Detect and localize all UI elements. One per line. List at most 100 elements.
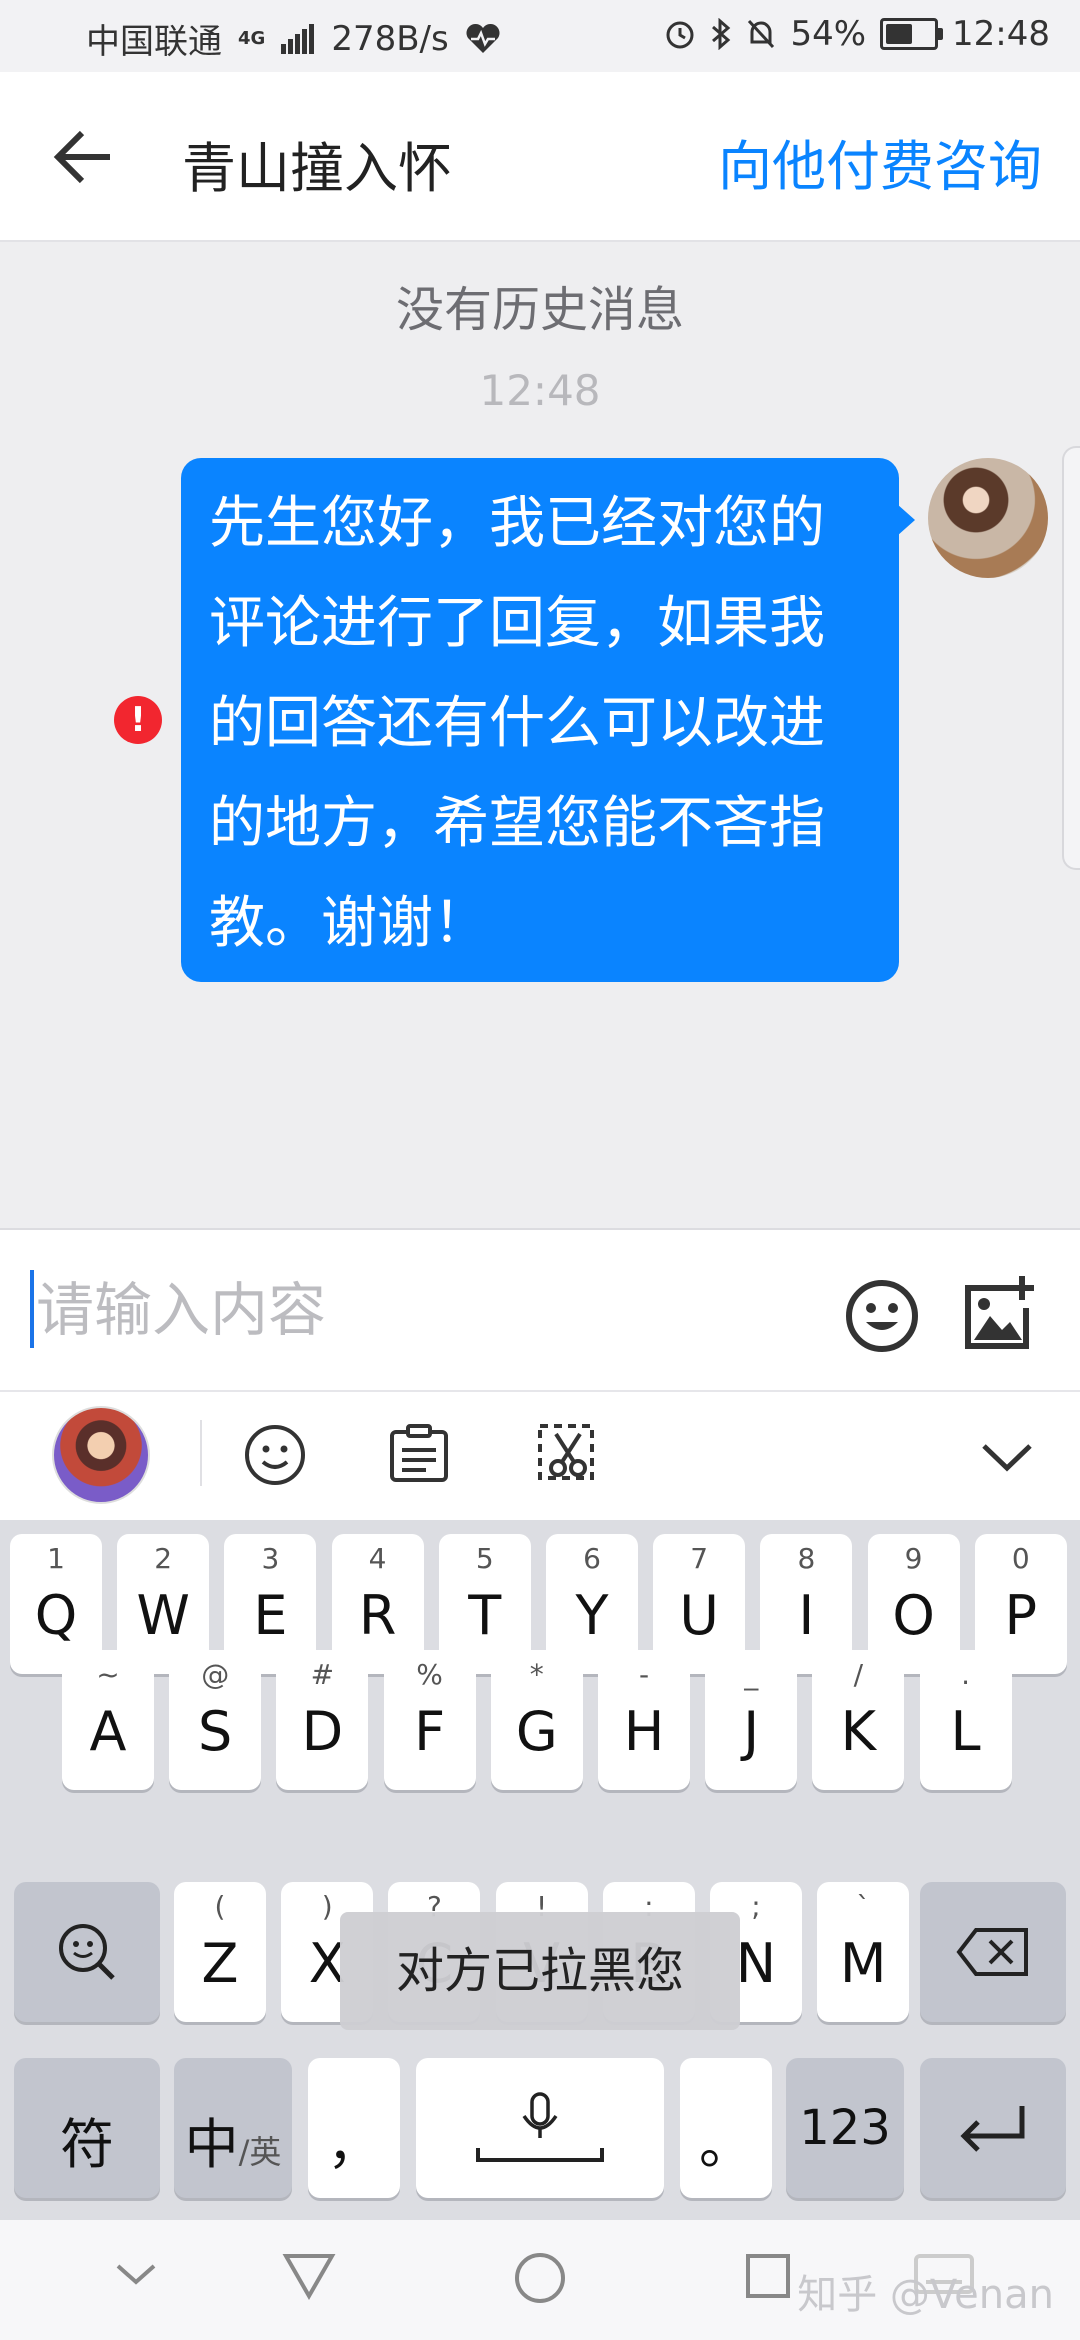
key-label: T — [468, 1584, 502, 1647]
key-d[interactable]: # D — [276, 1650, 369, 1790]
space-voice-key[interactable] — [416, 2058, 664, 2198]
key-label: L — [950, 1700, 981, 1763]
key-label: M — [839, 1932, 887, 1995]
key-label: O — [892, 1584, 935, 1647]
back-nav-icon[interactable] — [282, 2250, 336, 2300]
chat-header: 青山撞入怀 向他付费咨询 — [0, 72, 1080, 242]
key-label: H — [623, 1700, 665, 1763]
key-l[interactable]: .L — [919, 1650, 1012, 1790]
key-label: F — [414, 1700, 446, 1763]
period-key[interactable]: 。 — [680, 2058, 772, 2198]
clock: 12:48 — [952, 14, 1050, 54]
text-edit-icon[interactable] — [534, 1420, 600, 1486]
numbers-key[interactable]: 123 — [786, 2058, 904, 2198]
health-heart-icon — [466, 23, 500, 53]
message-timestamp: 12:48 — [479, 366, 601, 415]
key-secondary-label: 9 — [904, 1542, 923, 1575]
bubble-tail — [897, 504, 915, 536]
sent-message-bubble[interactable]: 先生您好，我已经对您的评论进行了回复，如果我的回答还有什么可以改进的地方，希望您… — [181, 458, 899, 982]
lang-key-label: 中/英 — [174, 2100, 292, 2179]
recents-nav-icon[interactable] — [744, 2252, 792, 2300]
no-history-label: 没有历史消息 — [395, 282, 684, 338]
alarm-icon — [666, 21, 694, 49]
key-secondary-label: 8 — [797, 1542, 816, 1575]
key-z[interactable]: (Z — [174, 1882, 266, 2022]
key-secondary-label: # — [310, 1658, 335, 1691]
symbols-key[interactable]: 符 — [14, 2058, 160, 2198]
key-k[interactable]: / K — [812, 1650, 905, 1790]
key-secondary-label: % — [416, 1658, 443, 1691]
key-secondary-label: ( — [214, 1890, 226, 1923]
toolbar-divider — [200, 1420, 202, 1486]
key-label: U — [679, 1584, 719, 1647]
key-secondary-label: / — [853, 1658, 864, 1691]
send-failed-icon[interactable]: ! — [114, 696, 162, 744]
comma-key[interactable]: ， — [308, 2058, 400, 2198]
battery-percent: 54% — [790, 14, 867, 54]
key-secondary-label: @ — [201, 1658, 230, 1691]
key-secondary-label: ~ — [96, 1658, 120, 1691]
keyboard-emoji-key[interactable] — [14, 1882, 160, 2022]
network-type: 4G — [238, 28, 266, 49]
key-label: S — [198, 1700, 233, 1763]
blocked-toast: 对方已拉黑您 — [340, 1912, 740, 2030]
key-secondary-label: 1 — [47, 1542, 65, 1575]
key-secondary-label: 2 — [154, 1542, 173, 1575]
key-label: G — [515, 1700, 558, 1763]
microphone-icon — [476, 2092, 604, 2162]
emoji-icon[interactable] — [844, 1278, 920, 1354]
key-h[interactable]: -H — [598, 1650, 690, 1790]
paid-consult-link[interactable]: 向他付费咨询 — [718, 122, 1042, 201]
key-label: Q — [34, 1584, 78, 1647]
key-secondary-label: . — [961, 1658, 971, 1691]
backspace-key[interactable] — [920, 1882, 1066, 2022]
back-arrow-icon[interactable] — [48, 122, 118, 192]
key-a[interactable]: ~ A — [62, 1650, 154, 1790]
key-secondary-label: 0 — [1011, 1542, 1030, 1575]
key-s[interactable]: @ S — [169, 1650, 262, 1790]
key-secondary-label: ` — [856, 1890, 871, 1923]
collapse-keyboard-icon[interactable] — [974, 1428, 1040, 1488]
network-speed: 278B/s — [331, 18, 449, 59]
lang-sub-label: /英 — [238, 2133, 282, 2171]
keyboard-theme-avatar[interactable] — [52, 1406, 150, 1504]
message-input[interactable] — [36, 1268, 796, 1352]
contact-name: 青山撞入怀 — [182, 137, 452, 200]
enter-arrow-icon — [960, 2106, 1025, 2152]
key-secondary-label: * — [529, 1658, 544, 1691]
key-label: K — [840, 1700, 877, 1763]
key-label: Y — [575, 1584, 609, 1647]
language-switch-key[interactable]: 中/英 — [174, 2058, 292, 2198]
key-label: P — [1004, 1584, 1038, 1647]
clipboard-icon[interactable] — [386, 1420, 452, 1486]
soft-keyboard: 1Q2W3E4R5T6Y7U8I9O0P ~ A @ S # D% F * G - H _ J / K. L … — [0, 1520, 1080, 2220]
symbols-key-label: 符 — [60, 2113, 114, 2176]
hide-keyboard-icon[interactable] — [112, 2254, 160, 2294]
keyboard-emoji-icon[interactable] — [242, 1422, 308, 1488]
key-label: E — [253, 1584, 288, 1647]
key-secondary-label: 3 — [261, 1542, 280, 1575]
numbers-key-label: 123 — [799, 2100, 891, 2156]
key-j[interactable]: _ J — [705, 1650, 798, 1790]
bluetooth-icon — [712, 18, 731, 50]
home-nav-icon[interactable] — [512, 2250, 568, 2306]
key-f[interactable]: % F — [383, 1650, 476, 1790]
search-face-icon — [59, 1924, 115, 1980]
key-label: D — [301, 1700, 344, 1763]
battery-icon — [880, 18, 944, 50]
key-g[interactable]: * G — [490, 1650, 583, 1790]
enter-key[interactable] — [920, 2058, 1066, 2198]
key-secondary-label: 4 — [368, 1542, 387, 1575]
period-label: 。 — [699, 2113, 753, 2176]
add-image-icon[interactable] — [960, 1274, 1038, 1354]
key-secondary-label: _ — [744, 1658, 759, 1691]
comma-label: ， — [327, 2113, 381, 2176]
key-secondary-label: 6 — [583, 1542, 601, 1575]
side-drawer-handle[interactable] — [1062, 446, 1080, 870]
carrier-label: 中国联通 — [86, 22, 222, 62]
sender-avatar[interactable] — [928, 458, 1048, 578]
key-label: I — [798, 1584, 815, 1647]
lang-main-label: 中 — [184, 2113, 239, 2176]
key-secondary-label: 7 — [690, 1542, 709, 1575]
key-m[interactable]: ` M — [817, 1882, 910, 2022]
